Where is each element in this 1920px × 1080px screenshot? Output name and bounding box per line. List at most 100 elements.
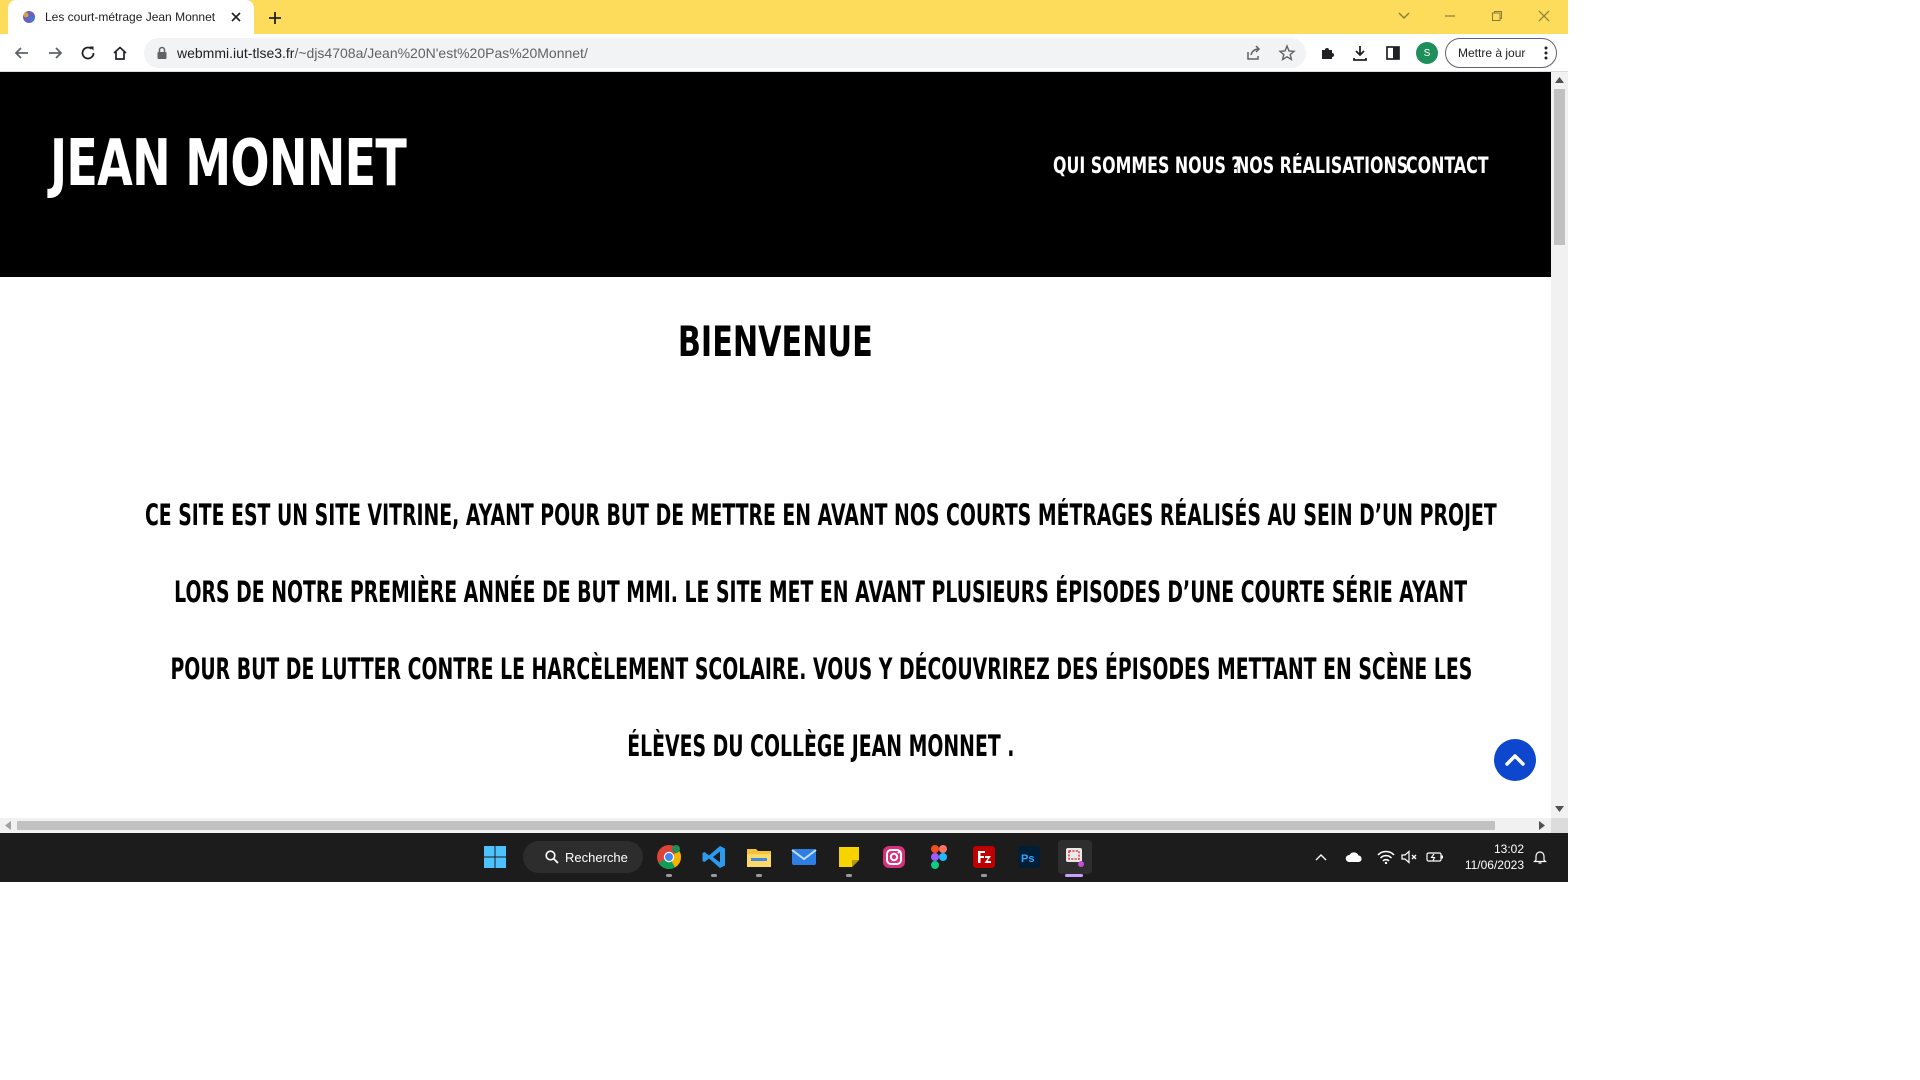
filezilla-icon <box>973 846 995 868</box>
taskbar-search-label: Recherche <box>565 849 628 865</box>
update-button-label: Mettre à jour <box>1458 46 1526 60</box>
browser-tab[interactable]: Les court-métrage Jean Monnet <box>8 0 254 34</box>
downloads-button[interactable] <box>1348 41 1372 65</box>
intro-line-text: LORS DE NOTRE PREMIÈRE ANNÉE DE BUT MMI.… <box>174 575 1468 609</box>
star-icon[interactable] <box>1278 44 1296 62</box>
home-button[interactable] <box>108 41 132 65</box>
site-header: JEAN MONNET QUI SOMMES NOUS ? NOS RÉALIS… <box>0 72 1551 277</box>
taskbar-mail[interactable] <box>790 843 818 871</box>
site-favicon-icon <box>23 11 35 23</box>
taskbar-chrome[interactable] <box>655 843 683 871</box>
nav-link-qui-sommes-nous[interactable]: QUI SOMMES NOUS ? <box>1053 156 1241 178</box>
welcome-heading-wrap: BIENVENUE <box>0 321 1551 363</box>
clock-date: 11/06/2023 <box>1464 858 1524 872</box>
taskbar-filezilla[interactable] <box>970 843 998 871</box>
taskbar-file-explorer[interactable] <box>745 843 773 871</box>
start-button[interactable] <box>481 843 509 871</box>
mail-icon <box>791 849 817 865</box>
sticky-notes-icon <box>839 847 859 867</box>
show-hidden-icons-button[interactable] <box>1311 847 1331 867</box>
more-vert-icon <box>1544 46 1548 60</box>
forward-button[interactable] <box>43 41 67 65</box>
intro-line-text: ÉLÈVES DU COLLÈGE JEAN MONNET . <box>627 729 1015 763</box>
volume-button[interactable] <box>1400 847 1420 867</box>
scrollbar-corner <box>1551 818 1568 833</box>
reload-button[interactable] <box>76 41 100 65</box>
intro-line-text: POUR BUT DE LUTTER CONTRE LE HARCÈLEMENT… <box>170 652 1472 686</box>
restore-icon <box>1492 11 1502 21</box>
notifications-button[interactable] <box>1530 847 1550 867</box>
tab-search-button[interactable] <box>1393 6 1415 26</box>
restore-button[interactable] <box>1486 6 1508 26</box>
vscode-icon <box>702 846 725 868</box>
intro-line: LORS DE NOTRE PREMIÈRE ANNÉE DE BUT MMI.… <box>150 554 1492 631</box>
windows-logo-icon <box>484 846 506 868</box>
scroll-right-arrow-icon[interactable] <box>1539 821 1545 830</box>
running-indicator <box>666 874 672 877</box>
close-window-button[interactable] <box>1533 6 1555 26</box>
intro-line-text: CE SITE EST UN SITE VITRINE, AYANT POUR … <box>145 498 1497 532</box>
intro-line: POUR BUT DE LUTTER CONTRE LE HARCÈLEMENT… <box>150 631 1492 708</box>
url-path: /~djs4708a/Jean%20N'est%20Pas%20Monnet/ <box>294 45 588 61</box>
taskbar-search[interactable]: Recherche <box>523 841 643 873</box>
back-button[interactable] <box>10 41 34 65</box>
svg-text:Ps: Ps <box>1021 853 1034 865</box>
running-indicator <box>711 874 717 877</box>
network-button[interactable] <box>1376 847 1396 867</box>
running-indicator <box>981 874 987 877</box>
running-indicator <box>846 874 852 877</box>
welcome-heading: BIENVENUE <box>678 317 873 366</box>
share-icon[interactable] <box>1245 44 1263 62</box>
taskbar-sticky-notes[interactable] <box>835 843 863 871</box>
running-indicator <box>756 874 762 877</box>
lock-icon[interactable] <box>156 46 168 60</box>
side-panel-button[interactable] <box>1381 41 1405 65</box>
onedrive-button[interactable] <box>1344 847 1364 867</box>
chevron-up-icon <box>1315 854 1327 861</box>
taskbar-vscode[interactable] <box>700 843 728 871</box>
intro-line: ÉLÈVES DU COLLÈGE JEAN MONNET . <box>150 708 1492 785</box>
clock-time: 13:02 <box>1493 842 1524 856</box>
taskbar-instagram[interactable] <box>880 843 908 871</box>
horizontal-scroll-thumb[interactable] <box>17 821 1495 830</box>
side-panel-icon <box>1386 46 1400 60</box>
volume-muted-icon <box>1401 850 1417 864</box>
address-bar[interactable]: webmmi.iut-tlse3.fr/~djs4708a/Jean%20N'e… <box>144 38 1306 68</box>
update-button[interactable]: Mettre à jour <box>1445 38 1557 68</box>
minimize-button[interactable] <box>1439 6 1461 26</box>
scroll-up-arrow-icon[interactable] <box>1555 77 1564 83</box>
puzzle-icon <box>1322 48 1334 59</box>
chevron-up-icon <box>1505 754 1525 766</box>
active-app-indicator <box>1065 874 1083 877</box>
battery-button[interactable] <box>1425 847 1445 867</box>
new-tab-button[interactable] <box>264 7 286 29</box>
profile-avatar[interactable]: S <box>1416 42 1438 64</box>
back-to-top-button[interactable] <box>1494 739 1536 781</box>
figma-icon <box>931 845 947 869</box>
scroll-left-arrow-icon[interactable] <box>5 821 11 830</box>
nav-link-nos-realisations[interactable]: NOS RÉALISATIONS <box>1236 156 1408 178</box>
horizontal-scrollbar[interactable] <box>0 818 1551 833</box>
taskbar: Recherche Ps 13:02 11/06/2023 <box>0 833 1568 882</box>
browser-tab-strip: Les court-métrage Jean Monnet <box>0 0 1568 34</box>
screen: Les court-métrage Jean Monnet webmmi.iut… <box>0 0 1568 882</box>
plus-icon <box>269 12 281 24</box>
scroll-down-arrow-icon[interactable] <box>1555 806 1564 812</box>
taskbar-photoshop[interactable]: Ps <box>1015 843 1043 871</box>
chrome-icon <box>657 845 681 870</box>
taskbar-figma[interactable] <box>925 843 953 871</box>
taskbar-clock[interactable]: 13:02 11/06/2023 <box>1452 841 1524 873</box>
download-icon <box>1353 46 1367 61</box>
vertical-scroll-thumb[interactable] <box>1554 89 1565 245</box>
url-host: webmmi.iut-tlse3.fr <box>177 45 295 61</box>
web-page: JEAN MONNET QUI SOMMES NOUS ? NOS RÉALIS… <box>0 72 1551 818</box>
folder-icon <box>747 849 771 867</box>
url-text: webmmi.iut-tlse3.fr/~djs4708a/Jean%20N'e… <box>177 45 588 61</box>
site-logo[interactable]: JEAN MONNET <box>50 132 407 196</box>
cloud-icon <box>1345 852 1362 862</box>
taskbar-snipping-tool[interactable] <box>1058 840 1092 874</box>
vertical-scrollbar[interactable] <box>1551 72 1568 818</box>
extensions-button[interactable] <box>1316 41 1340 65</box>
close-tab-icon[interactable] <box>228 9 244 25</box>
nav-link-contact[interactable]: CONTACT <box>1406 156 1489 178</box>
